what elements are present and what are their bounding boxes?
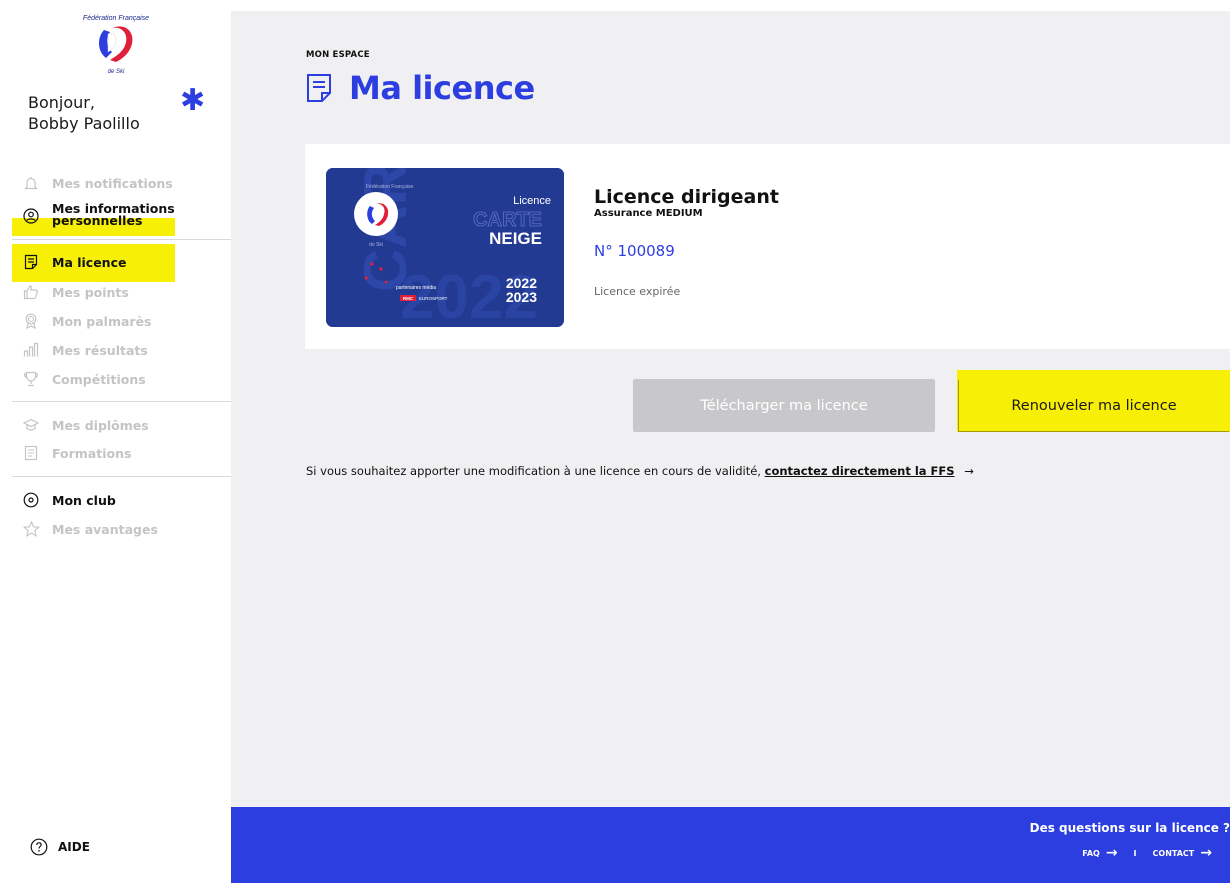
licence-insurance: Assurance MEDIUM bbox=[594, 208, 703, 219]
licence-card-image: CARTE 2022 Fédération Française de Ski L… bbox=[326, 168, 564, 327]
contact-ffs-link[interactable]: contactez directement la FFS bbox=[765, 464, 955, 478]
logo-text: Fédération Française bbox=[83, 15, 149, 22]
graduation-cap-icon bbox=[22, 416, 40, 434]
card-label-neige: NEIGE bbox=[489, 229, 542, 248]
ffs-logo[interactable]: Fédération Française de Ski bbox=[76, 6, 156, 78]
download-licence-button[interactable]: Télécharger ma licence bbox=[633, 379, 935, 432]
sidebar-item-label: Ma licence bbox=[52, 254, 127, 270]
star-icon bbox=[22, 520, 40, 538]
breadcrumb: MON ESPACE bbox=[306, 50, 370, 60]
page-header: Ma licence bbox=[306, 69, 535, 107]
contact-label: CONTACT bbox=[1152, 848, 1195, 858]
question-circle-icon bbox=[30, 838, 48, 856]
trophy-icon bbox=[22, 370, 40, 388]
card-partners: partenaires média bbox=[396, 285, 436, 291]
greeting-line1: Bonjour, bbox=[28, 93, 95, 112]
location-pin-icon bbox=[22, 491, 40, 509]
renew-licence-label: Renouveler ma licence bbox=[958, 380, 1229, 432]
card-label-licence: Licence bbox=[513, 195, 551, 207]
greeting: Bonjour, Bobby Paolillo bbox=[28, 92, 140, 134]
sidebar-item-personal-info[interactable]: Mes informations personnelles bbox=[22, 202, 175, 229]
sidebar-item-resultats[interactable]: Mes résultats bbox=[22, 339, 148, 361]
asterisk-icon: ✱ bbox=[180, 83, 206, 118]
user-circle-icon bbox=[22, 207, 40, 225]
modification-note: Si vous souhaitez apporter une modificat… bbox=[306, 464, 974, 478]
card-partner-rmc: RMC bbox=[403, 296, 414, 301]
card-year-bottom: 2023 bbox=[506, 289, 537, 305]
sidebar-item-label: Compétitions bbox=[52, 371, 146, 387]
bar-chart-icon bbox=[22, 341, 40, 359]
list-document-icon bbox=[22, 444, 40, 462]
footer-question: Des questions sur la licence ? bbox=[1029, 821, 1230, 835]
sidebar-item-notifications[interactable]: Mes notifications bbox=[22, 172, 173, 194]
licence-card: CARTE 2022 Fédération Française de Ski L… bbox=[305, 144, 1230, 349]
note-text: Si vous souhaitez apporter une modificat… bbox=[306, 464, 765, 478]
footer-separator: I bbox=[1133, 848, 1137, 858]
svg-text:Fédération Française: Fédération Française bbox=[366, 184, 413, 190]
sidebar-item-label: Mon club bbox=[52, 492, 116, 508]
document-icon bbox=[306, 73, 332, 103]
page-title: Ma licence bbox=[349, 69, 535, 107]
sidebar: Fédération Française de Ski Bonjour, Bob… bbox=[0, 0, 231, 883]
arrow-right-icon: → bbox=[964, 464, 974, 478]
arrow-right-icon: → bbox=[1105, 845, 1118, 861]
thumbs-up-icon bbox=[22, 283, 40, 301]
licence-title: Licence dirigeant bbox=[594, 186, 779, 208]
sidebar-item-licence[interactable]: Ma licence bbox=[22, 251, 126, 273]
svg-text:de Ski: de Ski bbox=[108, 69, 125, 75]
bell-icon bbox=[22, 174, 40, 192]
contact-link[interactable]: CONTACT → bbox=[1153, 845, 1212, 861]
sidebar-item-label: personnelles bbox=[52, 213, 143, 228]
sidebar-item-label: Formations bbox=[52, 445, 132, 461]
footer-links: FAQ → I CONTACT → bbox=[1082, 845, 1212, 861]
sidebar-item-points[interactable]: Mes points bbox=[22, 281, 129, 303]
sidebar-item-label: Mes avantages bbox=[52, 521, 158, 537]
licence-number: N° 100089 bbox=[594, 242, 675, 260]
svg-text:de Ski: de Ski bbox=[369, 242, 383, 248]
help-button[interactable]: AIDE bbox=[30, 838, 90, 856]
sidebar-item-label: Mes notifications bbox=[52, 175, 173, 191]
sidebar-item-label: Mes résultats bbox=[52, 342, 148, 358]
sidebar-item-avantages[interactable]: Mes avantages bbox=[22, 518, 158, 540]
sidebar-item-club[interactable]: Mon club bbox=[22, 489, 116, 511]
sidebar-item-label: Mes diplômes bbox=[52, 417, 149, 433]
faq-link[interactable]: FAQ → bbox=[1082, 845, 1117, 861]
user-name: Bobby Paolillo bbox=[28, 114, 140, 133]
card-label-carte: CARTE bbox=[473, 209, 542, 231]
medal-icon bbox=[22, 312, 40, 330]
divider bbox=[12, 239, 231, 240]
arrow-right-icon: → bbox=[1200, 845, 1212, 861]
renew-licence-button[interactable]: Renouveler ma licence bbox=[957, 370, 1230, 432]
main-content: MON ESPACE Ma licence CARTE 2022 Fédérat… bbox=[231, 11, 1230, 883]
sidebar-item-formations[interactable]: Formations bbox=[22, 442, 131, 464]
help-label: AIDE bbox=[58, 840, 90, 854]
faq-label: FAQ bbox=[1082, 848, 1100, 858]
sidebar-item-diplomes[interactable]: Mes diplômes bbox=[22, 414, 149, 436]
sidebar-item-label: Mes points bbox=[52, 284, 129, 300]
card-partner-eurosport: EUROSPORT bbox=[419, 296, 448, 301]
document-icon bbox=[22, 253, 40, 271]
footer: Des questions sur la licence ? FAQ → I C… bbox=[231, 807, 1230, 883]
divider bbox=[12, 401, 231, 402]
sidebar-item-competitions[interactable]: Compétitions bbox=[22, 368, 146, 390]
divider bbox=[12, 476, 231, 477]
sidebar-item-label: Mon palmarès bbox=[52, 313, 152, 329]
sidebar-item-palmares[interactable]: Mon palmarès bbox=[22, 310, 152, 332]
licence-status: Licence expirée bbox=[594, 285, 681, 298]
